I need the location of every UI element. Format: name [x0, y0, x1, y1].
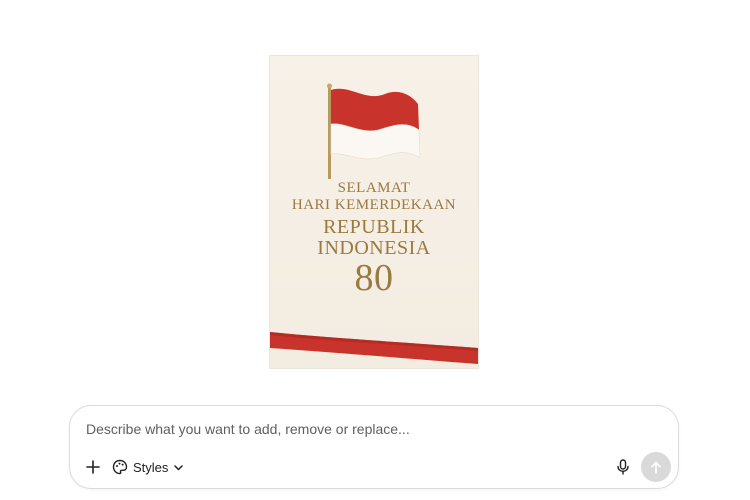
- poster-line-republik: REPUBLIK: [323, 216, 425, 238]
- prompt-input[interactable]: [86, 418, 606, 440]
- poster-line-number: 80: [354, 257, 394, 299]
- add-button[interactable]: [82, 456, 104, 478]
- send-button[interactable]: [641, 452, 671, 482]
- indonesian-flag-illustration: [327, 83, 421, 179]
- generated-poster-image[interactable]: SELAMAT HARI KEMERDEKAAN REPUBLIK INDONE…: [270, 56, 478, 368]
- plus-icon: [86, 460, 100, 474]
- red-ribbon-decoration: [270, 332, 478, 364]
- microphone-icon: [617, 459, 629, 475]
- voice-input-button[interactable]: [612, 456, 634, 478]
- styles-button[interactable]: Styles: [112, 455, 184, 479]
- arrow-up-icon: [651, 461, 661, 474]
- poster-line-selamat: SELAMAT: [337, 180, 411, 196]
- chevron-down-icon: [174, 464, 184, 470]
- palette-icon: [112, 459, 128, 475]
- prompt-composer: Styles: [69, 405, 679, 489]
- poster-line-hari-kemerdekaan: HARI KEMERDEKAAN: [291, 197, 457, 213]
- styles-label: Styles: [133, 459, 169, 475]
